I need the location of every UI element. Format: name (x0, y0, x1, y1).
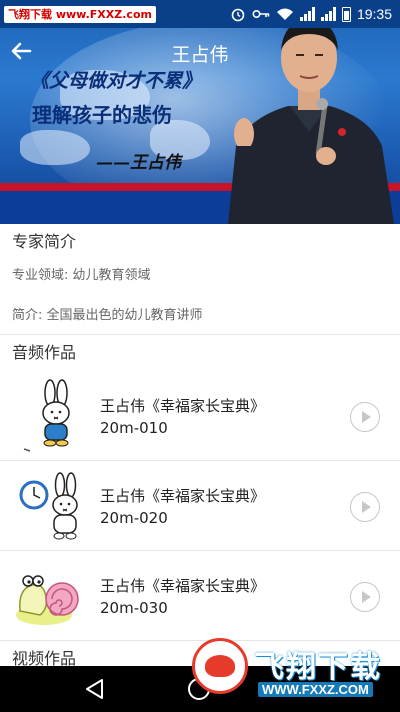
bio-line: 简介: 全国最出色的幼儿教育讲师 (12, 308, 203, 323)
page-title: 王占伟 (171, 44, 229, 66)
snail-icon (16, 575, 79, 625)
banner-signature: ——王占伟 (96, 153, 181, 173)
play-circle-icon[interactable] (350, 492, 380, 522)
logo-name: 飞翔下载 (254, 650, 382, 685)
status-bar: 飞翔下载 www.FXXZ.com 19:35 (0, 0, 400, 28)
bunny-clock-icon (19, 472, 78, 540)
track-subtitle: 20m-020 (100, 509, 168, 527)
status-time: 19:35 (356, 6, 392, 22)
status-icons: 19:35 (230, 4, 392, 24)
track-title: 王占伟《幸福家长宝典》 (100, 487, 266, 505)
key-icon (252, 9, 270, 19)
site-logo-watermark: 飞翔下载 WWW.FXXZ.COM (188, 628, 400, 712)
banner-slogan-line2: 理解孩子的悲伤 (32, 103, 172, 127)
track-subtitle: 20m-010 (100, 419, 168, 437)
audio-track-item[interactable]: 王占伟《幸福家长宝典》 20m-010 (0, 371, 400, 461)
battery-icon (341, 6, 351, 22)
track-title: 王占伟《幸福家长宝典》 (100, 397, 266, 415)
logo-url: WWW.FXXZ.COM (258, 682, 373, 697)
wifi-icon (276, 8, 293, 20)
section-title-audio: 音频作品 (12, 343, 77, 362)
app-bar: 王占伟 (0, 28, 400, 74)
section-title-intro: 专家简介 (12, 232, 77, 251)
play-circle-icon[interactable] (350, 582, 380, 612)
alarm-icon (231, 8, 245, 22)
play-circle-icon[interactable] (350, 402, 380, 432)
field-line: 专业领域: 幼儿教育领域 (12, 268, 151, 283)
track-title: 王占伟《幸福家长宝典》 (100, 577, 266, 595)
expert-content[interactable]: 专家简介 专业领域: 幼儿教育领域 简介: 全国最出色的幼儿教育讲师 音频作品 … (0, 224, 400, 666)
track-subtitle: 20m-030 (100, 599, 168, 617)
nav-back-icon[interactable] (84, 678, 106, 700)
bird-logo-icon (192, 638, 248, 694)
site-watermark: 飞翔下载 www.FXXZ.com (4, 6, 156, 23)
bunny-boy-icon (23, 379, 70, 452)
signal-icon (299, 7, 315, 21)
app-screen: 《父母做对才不累》 理解孩子的悲伤 ——王占伟 飞翔下载 www.FXXZ.co… (0, 0, 400, 712)
audio-track-item[interactable]: 王占伟《幸福家长宝典》 20m-020 (0, 461, 400, 551)
signal-icon (320, 7, 336, 21)
continent-shape (20, 130, 90, 165)
